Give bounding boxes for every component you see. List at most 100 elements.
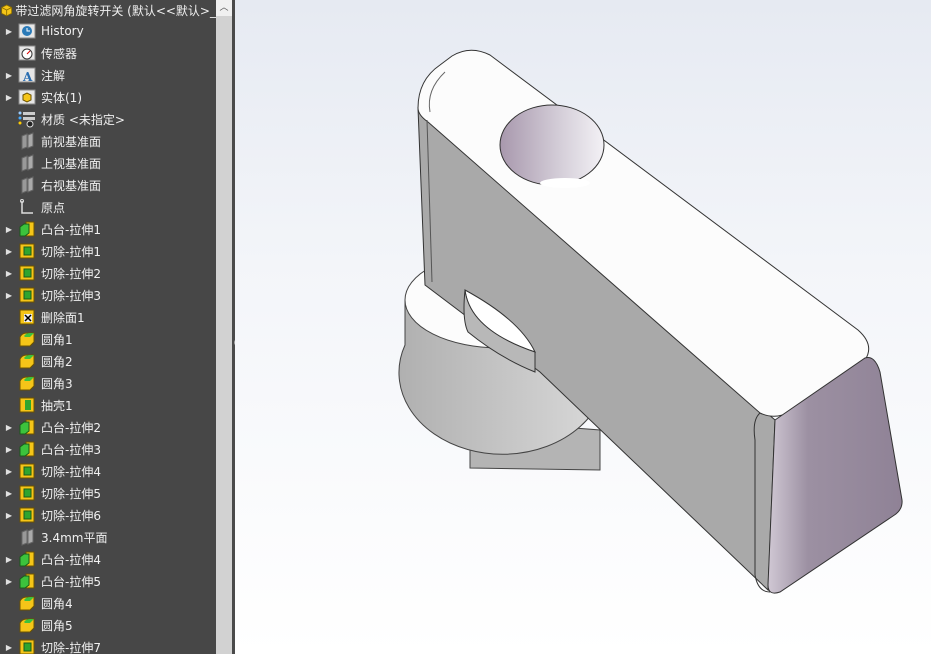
solid-bodies-icon <box>18 88 36 106</box>
part-title: 带过滤网角旋转开关 (默认<<默认>_ <box>15 3 216 18</box>
tree-item[interactable]: 右视基准面 <box>0 174 216 196</box>
tree-item[interactable]: ▶ 凸台-拉伸3 <box>0 438 216 460</box>
tree-item[interactable]: ▶ 凸台-拉伸5 <box>0 570 216 592</box>
origin-icon <box>18 198 36 216</box>
tree-item-label: 圆角3 <box>41 376 73 391</box>
tree-item[interactable]: 圆角2 <box>0 350 216 372</box>
tree-item-label: 抽壳1 <box>41 398 73 413</box>
tree-item[interactable]: ▶ 凸台-拉伸4 <box>0 548 216 570</box>
expand-arrow-icon[interactable]: ▶ <box>0 247 18 256</box>
tree-item[interactable]: ▶ 切除-拉伸5 <box>0 482 216 504</box>
cut-extrude-icon <box>18 484 36 502</box>
fillet-icon <box>18 352 36 370</box>
svg-text:A: A <box>22 70 33 84</box>
expand-arrow-icon[interactable]: ▶ <box>0 445 18 454</box>
tree-item[interactable]: 3.4mm平面 <box>0 526 216 548</box>
tree-item-label: 切除-拉伸5 <box>41 486 101 501</box>
tree-item-label: 注解 <box>41 68 66 83</box>
tree-item-label: 切除-拉伸4 <box>41 464 101 479</box>
scroll-up-button[interactable]: ︿ <box>216 0 232 16</box>
delete-face-icon <box>18 308 36 326</box>
cut-extrude-icon <box>18 638 36 654</box>
expand-arrow-icon[interactable]: ▶ <box>0 291 18 300</box>
part-title-row[interactable]: 带过滤网角旋转开关 (默认<<默认>_ <box>0 0 216 20</box>
3d-model[interactable] <box>235 0 931 654</box>
tree-item[interactable]: ▶ History <box>0 20 216 42</box>
expand-arrow-icon[interactable]: ▶ <box>0 467 18 476</box>
expand-arrow-icon[interactable]: ▶ <box>0 643 18 652</box>
boss-extrude-icon <box>18 550 36 568</box>
tree-item[interactable]: 原点 <box>0 196 216 218</box>
tree-item[interactable]: 圆角5 <box>0 614 216 636</box>
tree-item[interactable]: 材质 <未指定> <box>0 108 216 130</box>
tree-item-label: 凸台-拉伸4 <box>41 552 101 567</box>
tree-item[interactable]: 圆角1 <box>0 328 216 350</box>
plane-icon <box>18 176 36 194</box>
tree-item-label: 切除-拉伸3 <box>41 288 101 303</box>
tree-item-label: 圆角2 <box>41 354 73 369</box>
expand-arrow-icon[interactable]: ▶ <box>0 577 18 586</box>
tree-item[interactable]: ▶ 凸台-拉伸1 <box>0 218 216 240</box>
boss-extrude-icon <box>18 440 36 458</box>
tree-item[interactable]: 圆角4 <box>0 592 216 614</box>
expand-arrow-icon[interactable]: ▶ <box>0 511 18 520</box>
material-icon <box>18 110 36 128</box>
tree-item[interactable]: 删除面1 <box>0 306 216 328</box>
tree-item-label: 凸台-拉伸2 <box>41 420 101 435</box>
fillet-icon <box>18 374 36 392</box>
tree-item-label: 圆角5 <box>41 618 73 633</box>
cut-extrude-icon <box>18 286 36 304</box>
tree-item[interactable]: 前视基准面 <box>0 130 216 152</box>
graphics-viewport[interactable] <box>235 0 931 654</box>
tree-item-label: 传感器 <box>41 46 78 61</box>
tree-item[interactable]: ▶ 切除-拉伸6 <box>0 504 216 526</box>
tree-item-label: 圆角4 <box>41 596 73 611</box>
history-icon <box>18 22 36 40</box>
tree-item-label: 凸台-拉伸1 <box>41 222 101 237</box>
tree-item-label: 右视基准面 <box>41 178 102 193</box>
boss-extrude-icon <box>18 572 36 590</box>
tree-item-label: 实体(1) <box>41 90 82 105</box>
expand-arrow-icon[interactable]: ▶ <box>0 269 18 278</box>
tree-scrollbar[interactable] <box>216 0 232 654</box>
expand-arrow-icon[interactable]: ▶ <box>0 225 18 234</box>
expand-arrow-icon[interactable]: ▶ <box>0 71 18 80</box>
tree-item-label: 删除面1 <box>41 310 85 325</box>
expand-arrow-icon[interactable]: ▶ <box>0 423 18 432</box>
tree-item[interactable]: ▶ 切除-拉伸4 <box>0 460 216 482</box>
cut-extrude-icon <box>18 462 36 480</box>
tree-item-label: 切除-拉伸2 <box>41 266 101 281</box>
tree-item[interactable]: ▶ 实体(1) <box>0 86 216 108</box>
shell-icon <box>18 396 36 414</box>
cut-extrude-icon <box>18 264 36 282</box>
tree-item[interactable]: ▶ A 注解 <box>0 64 216 86</box>
tree-item[interactable]: ▶ 切除-拉伸3 <box>0 284 216 306</box>
tree-item[interactable]: 上视基准面 <box>0 152 216 174</box>
cut-extrude-icon <box>18 242 36 260</box>
plane-icon <box>18 132 36 150</box>
fillet-icon <box>18 616 36 634</box>
fillet-icon <box>18 594 36 612</box>
expand-arrow-icon[interactable]: ▶ <box>0 27 18 36</box>
tree-item[interactable]: 抽壳1 <box>0 394 216 416</box>
tree-item-label: 圆角1 <box>41 332 73 347</box>
tree-item-label: History <box>41 24 84 38</box>
tree-item[interactable]: 圆角3 <box>0 372 216 394</box>
tree-item-label: 切除-拉伸7 <box>41 640 101 654</box>
tree-item[interactable]: ▶ 凸台-拉伸2 <box>0 416 216 438</box>
tree-item-label: 原点 <box>41 200 66 215</box>
fillet-icon <box>18 330 36 348</box>
sensor-icon <box>18 44 36 62</box>
tree-item-label: 材质 <未指定> <box>41 112 125 127</box>
tree-item-label: 3.4mm平面 <box>41 530 108 545</box>
tree-item[interactable]: 传感器 <box>0 42 216 64</box>
expand-arrow-icon[interactable]: ▶ <box>0 555 18 564</box>
tree-item-label: 前视基准面 <box>41 134 102 149</box>
tree-item[interactable]: ▶ 切除-拉伸2 <box>0 262 216 284</box>
tree-item-label: 切除-拉伸6 <box>41 508 101 523</box>
tree-item[interactable]: ▶ 切除-拉伸1 <box>0 240 216 262</box>
tree-item[interactable]: ▶ 切除-拉伸7 <box>0 636 216 654</box>
expand-arrow-icon[interactable]: ▶ <box>0 93 18 102</box>
boss-extrude-icon <box>18 220 36 238</box>
expand-arrow-icon[interactable]: ▶ <box>0 489 18 498</box>
